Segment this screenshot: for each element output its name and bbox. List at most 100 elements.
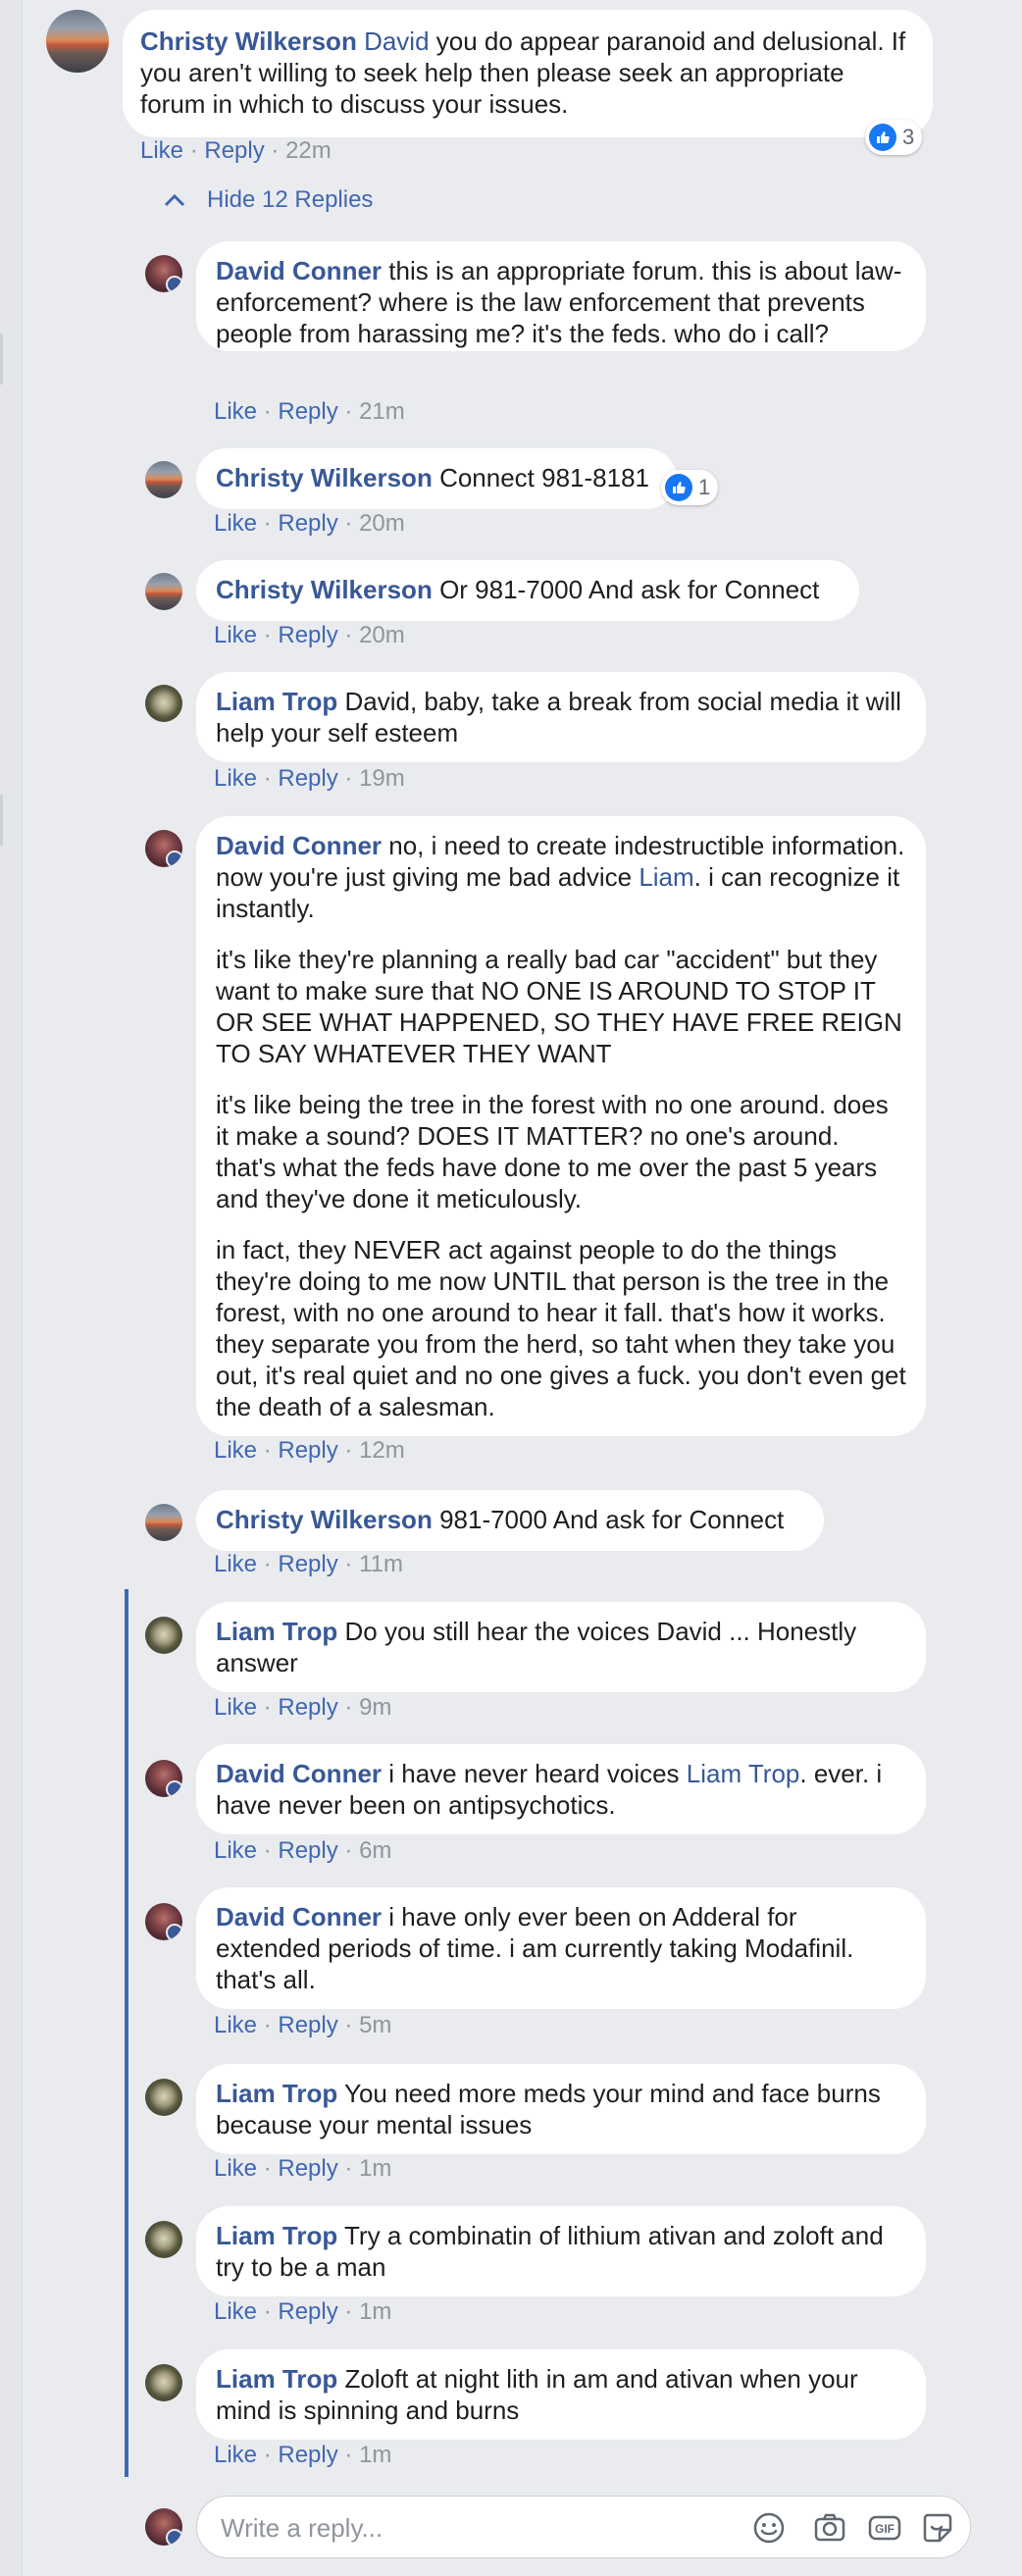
comment-paragraph: it's like they're planning a really bad … — [216, 945, 902, 1068]
reply-link[interactable]: Reply — [278, 765, 337, 792]
comment-author[interactable]: David Conner — [216, 1902, 382, 1932]
comment-author[interactable]: Christy Wilkerson — [216, 575, 433, 604]
sticker-icon[interactable] — [920, 2510, 955, 2546]
like-reaction-icon — [869, 124, 896, 151]
avatar-liam-trop[interactable] — [145, 2221, 182, 2258]
reply-actions: Like · Reply · 19m — [214, 765, 405, 793]
reply-link[interactable]: Reply — [278, 398, 337, 425]
reply-bubble: David Conner i have never heard voices L… — [196, 1744, 926, 1834]
comment-author[interactable]: Liam Trop — [216, 1617, 337, 1646]
avatar-david-conner[interactable] — [145, 830, 182, 867]
comment-paragraph: in fact, they NEVER act against people t… — [216, 1235, 906, 1421]
comment-author[interactable]: David Conner — [216, 256, 382, 285]
comment-author[interactable]: Christy Wilkerson — [216, 1505, 433, 1534]
like-link[interactable]: Like — [214, 510, 257, 537]
comment-author[interactable]: Liam Trop — [216, 2221, 337, 2250]
comment-thread: Christy Wilkerson David you do appear pa… — [0, 0, 1022, 2576]
thread-highlight-line — [125, 1589, 128, 2477]
reply-link[interactable]: Reply — [204, 137, 264, 164]
avatar-liam-trop[interactable] — [145, 2079, 182, 2116]
reply-link[interactable]: Reply — [278, 2012, 337, 2038]
like-link[interactable]: Like — [214, 1551, 257, 1577]
comment-paragraph: David Conner no, i need to create indest… — [216, 830, 906, 924]
mention-link[interactable]: Liam Trop — [687, 1759, 800, 1788]
timestamp[interactable]: 12m — [359, 1437, 405, 1464]
like-link[interactable]: Like — [214, 2298, 257, 2325]
avatar-liam-trop[interactable] — [145, 685, 182, 722]
timestamp[interactable]: 1m — [359, 2442, 391, 2468]
like-link[interactable]: Like — [214, 765, 257, 792]
like-link[interactable]: Like — [214, 2442, 257, 2468]
mention-link[interactable]: Liam — [639, 862, 693, 892]
like-link[interactable]: Like — [214, 1437, 257, 1464]
mention-link[interactable]: David — [364, 26, 429, 56]
avatar-liam-trop[interactable] — [145, 1617, 182, 1654]
reply-actions: Like · Reply · 12m — [214, 1437, 405, 1465]
reply-composer[interactable]: GIF — [196, 2496, 971, 2558]
like-link[interactable]: Like — [140, 137, 183, 164]
chevron-up-icon — [164, 193, 185, 207]
rail-tab — [0, 334, 3, 385]
reply-link[interactable]: Reply — [278, 510, 337, 537]
timestamp[interactable]: 19m — [359, 765, 405, 792]
reply-bubble: David Conner i have only ever been on Ad… — [196, 1887, 926, 2009]
separator: · — [344, 2155, 353, 2182]
reply-link[interactable]: Reply — [278, 622, 337, 648]
like-link[interactable]: Like — [214, 1694, 257, 1721]
emoji-icon[interactable] — [751, 2510, 787, 2546]
timestamp[interactable]: 1m — [359, 2155, 391, 2182]
like-link[interactable]: Like — [214, 2155, 257, 2182]
avatar-david-conner[interactable] — [145, 255, 182, 292]
timestamp[interactable]: 11m — [359, 1551, 403, 1577]
comment-author[interactable]: David Conner — [216, 831, 382, 860]
gif-icon[interactable]: GIF — [867, 2510, 902, 2546]
avatar-christy-wilkerson[interactable] — [46, 10, 109, 73]
hide-replies-toggle[interactable]: Hide 12 Replies — [164, 186, 373, 214]
camera-icon[interactable] — [812, 2510, 847, 2546]
separator: · — [344, 1437, 353, 1464]
reply-bubble: Christy Wilkerson Connect 981-8181 — [196, 448, 677, 509]
reply-link[interactable]: Reply — [278, 1694, 337, 1721]
reply-link[interactable]: Reply — [278, 1837, 337, 1864]
reply-link[interactable]: Reply — [278, 2442, 337, 2468]
avatar-david-conner[interactable] — [145, 1903, 182, 1940]
separator: · — [271, 137, 280, 164]
reaction-count: 3 — [902, 125, 915, 149]
comment-author[interactable]: Liam Trop — [216, 2364, 337, 2394]
comment-author[interactable]: Christy Wilkerson — [140, 26, 357, 56]
comment-author[interactable]: Liam Trop — [216, 687, 337, 716]
timestamp[interactable]: 9m — [359, 1694, 391, 1721]
like-link[interactable]: Like — [214, 1837, 257, 1864]
avatar-liam-trop[interactable] — [145, 2364, 182, 2401]
avatar-david-conner[interactable] — [145, 1760, 182, 1797]
reply-link[interactable]: Reply — [278, 1551, 337, 1577]
separator: · — [189, 137, 198, 164]
like-link[interactable]: Like — [214, 622, 257, 648]
timestamp[interactable]: 21m — [359, 398, 405, 425]
timestamp[interactable]: 6m — [359, 1837, 391, 1864]
reaction-count-badge[interactable]: 1 — [661, 470, 719, 505]
comment-author[interactable]: David Conner — [216, 1759, 382, 1788]
reply-link[interactable]: Reply — [278, 1437, 337, 1464]
like-link[interactable]: Like — [214, 2012, 257, 2038]
timestamp[interactable]: 20m — [359, 510, 405, 537]
timestamp[interactable]: 1m — [359, 2298, 391, 2325]
like-link[interactable]: Like — [214, 398, 257, 425]
avatar-christy-wilkerson[interactable] — [145, 461, 182, 498]
timestamp[interactable]: 5m — [359, 2012, 391, 2038]
like-reaction-icon — [665, 474, 692, 501]
reply-bubble: Christy Wilkerson Or 981-7000 And ask fo… — [196, 560, 859, 621]
comment-author[interactable]: Christy Wilkerson — [216, 463, 433, 492]
separator: · — [344, 398, 353, 425]
reply-actions: Like · Reply · 1m — [214, 2298, 391, 2326]
avatar-christy-wilkerson[interactable] — [145, 1504, 182, 1541]
timestamp[interactable]: 22m — [285, 137, 332, 164]
comment-author[interactable]: Liam Trop — [216, 2079, 337, 2108]
reply-bubble: Liam Trop You need more meds your mind a… — [196, 2064, 926, 2154]
avatar-christy-wilkerson[interactable] — [145, 573, 182, 610]
timestamp[interactable]: 20m — [359, 622, 405, 648]
reply-link[interactable]: Reply — [278, 2155, 337, 2182]
reaction-count-badge[interactable]: 3 — [865, 120, 923, 155]
reply-input[interactable] — [219, 2508, 713, 2548]
reply-link[interactable]: Reply — [278, 2298, 337, 2325]
